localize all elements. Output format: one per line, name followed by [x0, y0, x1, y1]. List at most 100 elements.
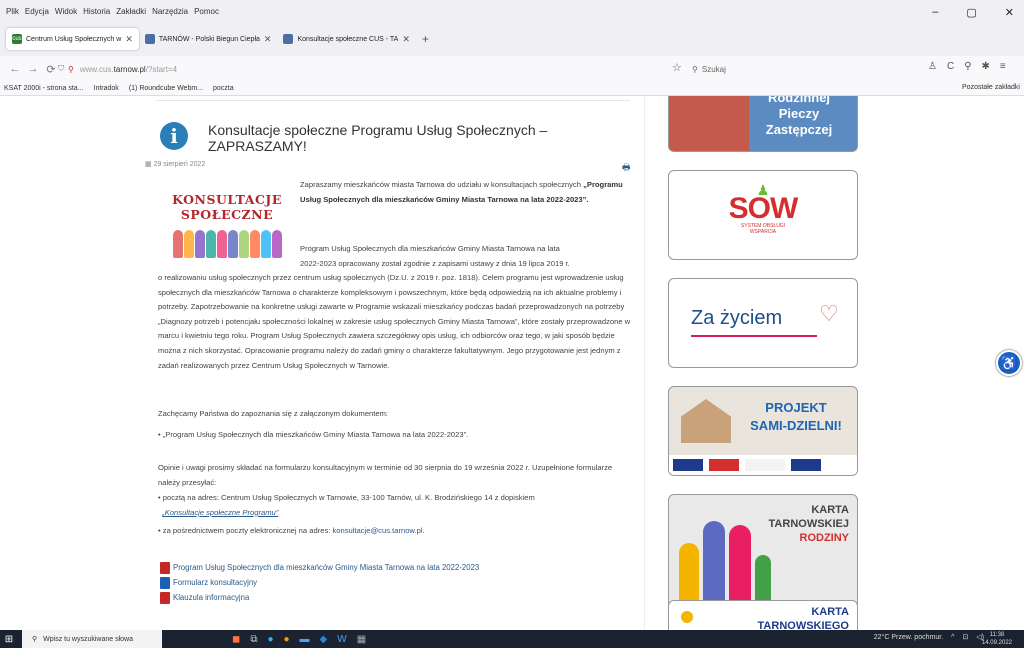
bookmark-poczta[interactable]: poczta	[213, 85, 234, 92]
pdf-icon	[160, 561, 170, 574]
weather-text[interactable]: 22°C Przew. pochmur.	[874, 634, 943, 641]
back-arrow-icon[interactable]: ←	[6, 63, 24, 75]
tray-chevron-icon[interactable]: ^	[951, 634, 954, 641]
explorer-icon[interactable]: ▬	[300, 634, 310, 645]
taskview-icon[interactable]: ⧉	[250, 634, 257, 645]
tab-label: Konsultacje społeczne CUS - TA	[297, 35, 399, 43]
banner-line: Pieczy	[778, 106, 820, 121]
tarnow-favicon-icon	[283, 34, 294, 44]
clock-date: 14.09.2022	[981, 640, 1012, 646]
bookmark-star-icon[interactable]: ☆	[672, 61, 682, 74]
accessibility-icon[interactable]: ♿	[996, 350, 1022, 376]
menu-edit[interactable]: Edycja	[25, 7, 49, 16]
menu-history[interactable]: Historia	[83, 7, 110, 16]
menu-file[interactable]: Plik	[6, 7, 19, 16]
mail-icon[interactable]: ◆	[320, 634, 328, 645]
konsultacje-link[interactable]: „Konsultacje społeczne Programu”	[162, 508, 278, 517]
p1-line-b: 2022-2023 opracowany został zgodnie z za…	[300, 258, 570, 268]
projekt-line: SAMI-DZIELNI!	[750, 418, 842, 433]
url-domain: tarnow.pl	[113, 64, 146, 74]
tab-tarnow[interactable]: TARNÓW - Polski Biegun Ciepła ✕	[139, 28, 278, 50]
navigation-bar: ← → ⟳ ⛉ ⚲ www.cus. tarnow.pl/?start=4 ☆ ⚲…	[0, 56, 1024, 82]
new-tab-button[interactable]: +	[422, 32, 429, 46]
zoom-icon[interactable]: ⚲	[964, 61, 971, 72]
tarnow-favicon-icon	[144, 34, 155, 44]
search-input[interactable]: ⚲ Szukaj	[692, 59, 920, 79]
doc-icon	[160, 576, 170, 589]
menu-tools[interactable]: Narzędzia	[152, 7, 188, 16]
tab-strip: cus Centrum Usług Społecznych w ✕ TARNÓW…	[0, 22, 1024, 56]
menu-bookmarks[interactable]: Zakładki	[116, 7, 146, 16]
banner-rodzinnej-pieczy[interactable]: Rodzinnej Pieczy Zastępczej	[668, 96, 858, 152]
account-icon[interactable]: ♙	[928, 61, 937, 72]
close-tab-icon[interactable]: ✕	[264, 34, 272, 45]
firefox-icon[interactable]: ●	[284, 634, 290, 645]
sow-sub: WSPARCIA	[749, 229, 777, 235]
house-icon	[681, 399, 731, 443]
windows-start-icon[interactable]: ⊞	[0, 634, 18, 645]
p1-line-a: Program Usług Społecznych dla mieszkańcó…	[300, 244, 560, 253]
attachment-form-link[interactable]: Formularz konsultacyjny	[160, 575, 479, 590]
clock[interactable]: 11:38 14.09.2022	[982, 631, 1012, 647]
karta-line: RODZINY	[799, 532, 850, 544]
intro-paragraph: Zapraszamy mieszkańców miasta Tarnowa do…	[300, 178, 634, 207]
hero-text-1: KONSULTACJE	[172, 192, 282, 207]
p3-item2-text: za pośrednictwem poczty elektronicznej n…	[162, 526, 331, 535]
page-content: i Konsultacje społeczne Programu Usług S…	[0, 96, 1024, 630]
menu-help[interactable]: Pomoc	[194, 7, 219, 16]
calculator-icon[interactable]: ▦	[357, 634, 366, 645]
email-link[interactable]: konsultacje@cus.tarnow.pl	[332, 526, 422, 535]
edge-icon[interactable]: ●	[267, 634, 273, 645]
family-illustration	[679, 507, 779, 603]
search-icon: ⚲	[32, 636, 38, 643]
attachments-list: Program Usług Społecznych dla mieszkańcó…	[160, 560, 479, 605]
bookmarks-bar: KSAT 2000i - strona sta... Intradok (1) …	[0, 82, 1024, 96]
search-icon: ⚲	[692, 64, 698, 74]
minimize-button[interactable]: –	[932, 6, 938, 19]
banner-sow[interactable]: ♟ SOW SYSTEM OBSŁUGI WSPARCIA	[668, 170, 858, 260]
bookmark-intradok[interactable]: Intradok	[94, 85, 119, 92]
close-tab-icon[interactable]: ✕	[125, 34, 133, 45]
forward-arrow-icon[interactable]: →	[24, 63, 42, 75]
maximize-button[interactable]: ▢	[966, 6, 976, 19]
close-tab-icon[interactable]: ✕	[402, 34, 410, 45]
karta2-text: KARTA TARNOWSKIEGO	[758, 605, 849, 630]
word-icon[interactable]: W	[337, 634, 346, 645]
heart-icon: ♡	[819, 301, 839, 326]
banner-za-zyciem[interactable]: Za życiem ♡	[668, 278, 858, 368]
karta2-line: KARTA	[811, 606, 849, 618]
banner-sami-dzielni[interactable]: PROJEKT SAMI-DZIELNI!	[668, 386, 858, 476]
underline	[691, 335, 817, 337]
bookmark-ksat[interactable]: KSAT 2000i - strona sta...	[4, 85, 84, 92]
bookmark-roundcube[interactable]: (1) Roundcube Webm...	[129, 85, 203, 92]
network-icon[interactable]: ⊡	[962, 633, 968, 641]
p2-item-text: „Program Usług Społecznych dla mieszkańc…	[162, 430, 469, 439]
attachment-program-link[interactable]: Program Usług Społecznych dla mieszkańcó…	[160, 560, 479, 575]
article-title: Konsultacje społeczne Programu Usług Spo…	[208, 122, 548, 154]
bookmarks-other[interactable]: Pozostałe zakładki	[962, 84, 1020, 91]
sync-icon[interactable]: C	[947, 61, 954, 72]
menu-bar: Plik Edycja Widok Historia Zakładki Narz…	[0, 0, 1024, 22]
attachment-clause-link[interactable]: Klauzula informacyjna	[160, 590, 479, 605]
extensions-icon[interactable]: ✱	[982, 61, 990, 72]
menu-icon[interactable]: ≡	[1000, 61, 1006, 72]
sow-text: SOW	[728, 192, 799, 225]
taskbar-search-input[interactable]: ⚲ Wpisz tu wyszukiwane słowa	[22, 630, 162, 648]
print-icon[interactable]: 🖶	[622, 160, 631, 176]
banner-karta-seniora[interactable]: KARTA TARNOWSKIEGO	[668, 600, 858, 630]
search-placeholder: Szukaj	[701, 64, 726, 74]
tab-konsultacje[interactable]: Konsultacje społeczne CUS - TA ✕	[277, 28, 415, 50]
menu-view[interactable]: Widok	[55, 7, 77, 16]
date-text: 29 sierpień 2022	[153, 161, 206, 168]
url-bar[interactable]: ⛉ ⚲ www.cus. tarnow.pl/?start=4	[58, 59, 678, 79]
za-zyciem-text: Za życiem	[691, 307, 783, 329]
pinned-app-icon[interactable]: ◼	[232, 634, 240, 645]
close-window-button[interactable]: ✕	[1005, 6, 1014, 19]
cus-favicon-icon: cus	[12, 34, 22, 44]
tab-cus[interactable]: cus Centrum Usług Społecznych w ✕	[6, 28, 139, 50]
banner-karta-rodziny[interactable]: KARTA TARNOWSKIEJ RODZINY	[668, 494, 858, 612]
calendar-icon: ▦	[145, 161, 154, 168]
divider	[156, 100, 630, 101]
attachment-label: Klauzula informacyjna	[173, 593, 250, 602]
info-icon: i	[160, 122, 188, 150]
